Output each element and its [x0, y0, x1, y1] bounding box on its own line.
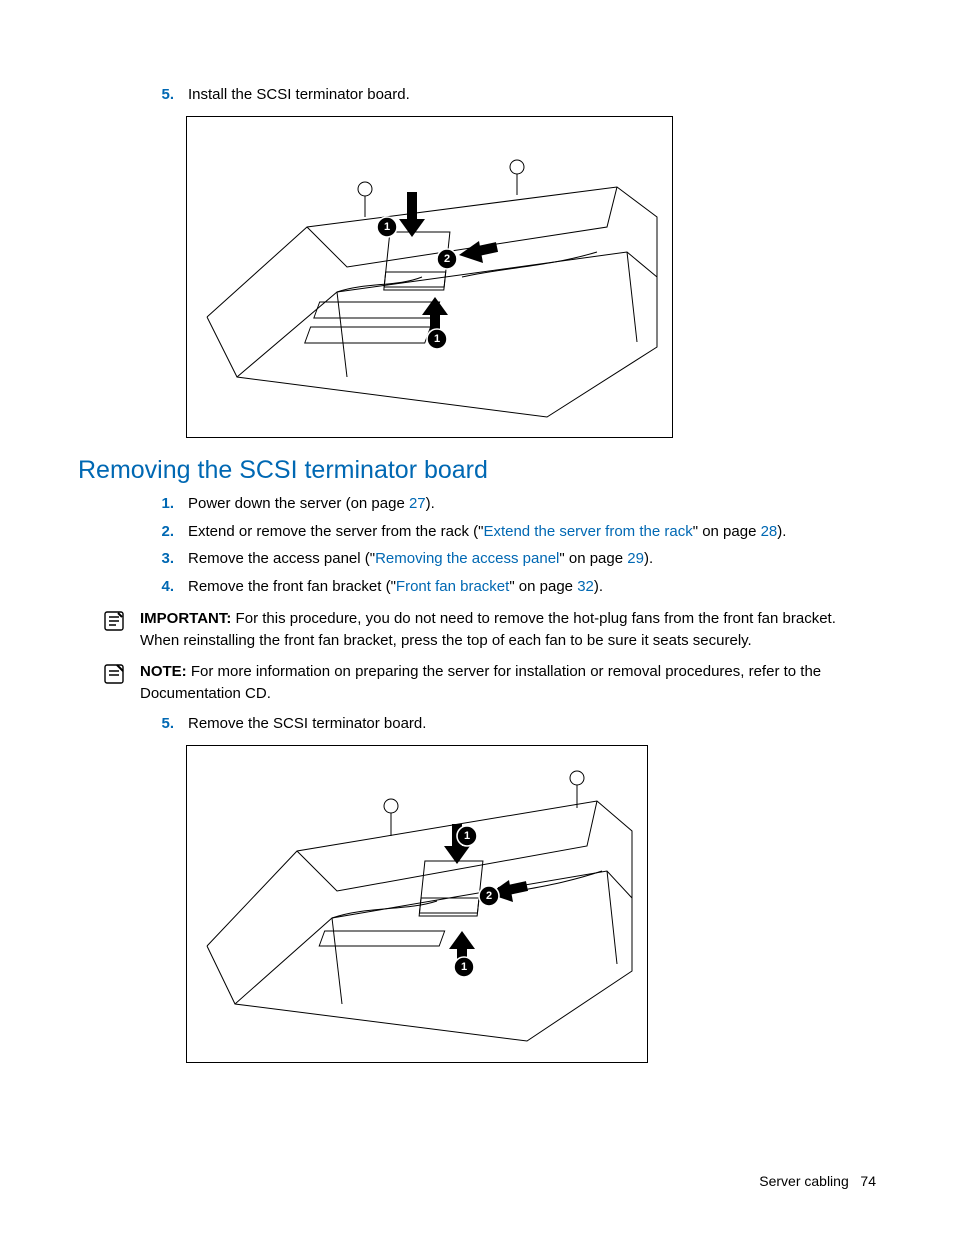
figure-marker-2: 2: [444, 253, 450, 265]
step-number: 5.: [148, 84, 188, 106]
section-heading: Removing the SCSI terminator board: [78, 456, 876, 485]
figure-marker-1: 1: [464, 830, 470, 842]
step-number: 3.: [148, 548, 188, 570]
step-text: Extend or remove the server from the rac…: [188, 521, 876, 543]
figure-marker-1: 1: [384, 221, 390, 233]
figure-marker-1b: 1: [461, 961, 467, 973]
page-ref-link[interactable]: 32: [577, 578, 594, 595]
step-text: Remove the access panel ("Removing the a…: [188, 548, 876, 570]
ordered-step-2: 2. Extend or remove the server from the …: [148, 521, 876, 543]
step-number: 5.: [148, 713, 188, 735]
ordered-step-3: 3. Remove the access panel ("Removing th…: [148, 548, 876, 570]
cross-ref-link[interactable]: Removing the access panel: [375, 550, 559, 567]
page-ref-link[interactable]: 27: [409, 495, 426, 512]
step-text: Remove the SCSI terminator board.: [188, 713, 876, 735]
important-text: IMPORTANT: For this procedure, you do no…: [140, 608, 876, 652]
important-icon: [102, 608, 140, 652]
important-callout: IMPORTANT: For this procedure, you do no…: [102, 608, 876, 652]
footer-page-number: 74: [860, 1173, 876, 1189]
page-ref-link[interactable]: 29: [627, 550, 644, 567]
step-number: 1.: [148, 493, 188, 515]
step-number: 2.: [148, 521, 188, 543]
note-text: NOTE: For more information on preparing …: [140, 661, 876, 705]
figure-remove-scsi-terminator: 1 2 1: [186, 745, 648, 1063]
ordered-step-remove-5: 5. Remove the SCSI terminator board.: [148, 713, 876, 735]
page-footer: Server cabling 74: [759, 1173, 876, 1189]
page-ref-link[interactable]: 28: [761, 523, 778, 540]
cross-ref-link[interactable]: Front fan bracket: [396, 578, 509, 595]
ordered-step-4: 4. Remove the front fan bracket ("Front …: [148, 576, 876, 598]
ordered-step-1: 1. Power down the server (on page 27).: [148, 493, 876, 515]
note-callout: NOTE: For more information on preparing …: [102, 661, 876, 705]
step-number: 4.: [148, 576, 188, 598]
ordered-step-install-5: 5. Install the SCSI terminator board.: [148, 84, 876, 106]
figure-install-scsi-terminator: 1 2 1: [186, 116, 673, 438]
note-icon: [102, 661, 140, 705]
figure-marker-2: 2: [486, 890, 492, 902]
cross-ref-link[interactable]: Extend the server from the rack: [483, 523, 692, 540]
footer-section: Server cabling: [759, 1173, 849, 1189]
figure-marker-1b: 1: [434, 333, 440, 345]
step-text: Remove the front fan bracket ("Front fan…: [188, 576, 876, 598]
step-text: Install the SCSI terminator board.: [188, 84, 876, 106]
step-text: Power down the server (on page 27).: [188, 493, 876, 515]
